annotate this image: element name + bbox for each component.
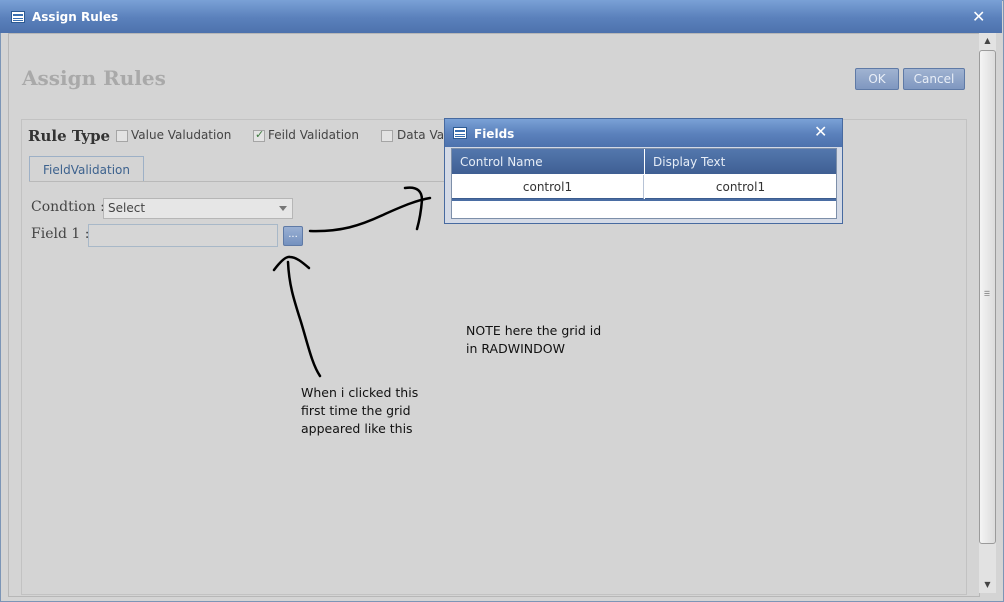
note-line: NOTE here the grid id: [466, 323, 602, 338]
annotation-arrows: [272, 186, 432, 378]
arrow-to-button: [286, 260, 322, 378]
arrowhead-to-button: [272, 255, 311, 272]
note-line: in RADWINDOW: [466, 341, 565, 356]
note-line: appeared like this: [301, 421, 413, 436]
note-annotation: NOTE here the grid id in RADWINDOW: [466, 322, 601, 358]
arrow-to-grid: [308, 196, 432, 233]
note-line: first time the grid: [301, 403, 411, 418]
arrowhead-to-grid: [403, 186, 424, 231]
note-line: When i clicked this: [301, 385, 419, 400]
click-annotation: When i clicked this first time the grid …: [301, 384, 418, 438]
